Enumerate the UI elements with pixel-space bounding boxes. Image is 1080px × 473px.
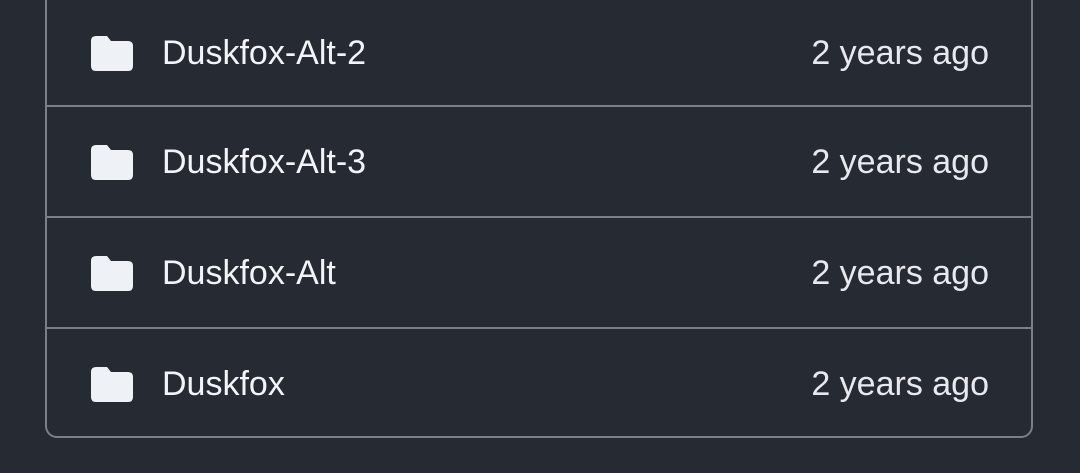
- folder-icon: [89, 142, 135, 182]
- folder-icon: [89, 364, 135, 404]
- file-updated-time: 2 years ago: [811, 33, 989, 72]
- file-updated-time: 2 years ago: [811, 253, 989, 292]
- file-name[interactable]: Duskfox-Alt: [162, 256, 811, 290]
- file-name[interactable]: Duskfox: [162, 367, 811, 401]
- file-row[interactable]: Duskfox 2 years ago: [47, 327, 1031, 436]
- file-row[interactable]: Duskfox-Alt-2 2 years ago: [47, 0, 1031, 105]
- folder-icon: [89, 33, 135, 73]
- file-row[interactable]: Duskfox-Alt-3 2 years ago: [47, 105, 1031, 216]
- file-name[interactable]: Duskfox-Alt-2: [162, 36, 811, 70]
- file-updated-time: 2 years ago: [811, 364, 989, 403]
- file-updated-time: 2 years ago: [811, 142, 989, 181]
- folder-icon: [89, 253, 135, 293]
- file-row[interactable]: Duskfox-Alt 2 years ago: [47, 216, 1031, 327]
- file-list: Duskfox-Alt-2 2 years ago Duskfox-Alt-3 …: [45, 0, 1033, 438]
- file-name[interactable]: Duskfox-Alt-3: [162, 145, 811, 179]
